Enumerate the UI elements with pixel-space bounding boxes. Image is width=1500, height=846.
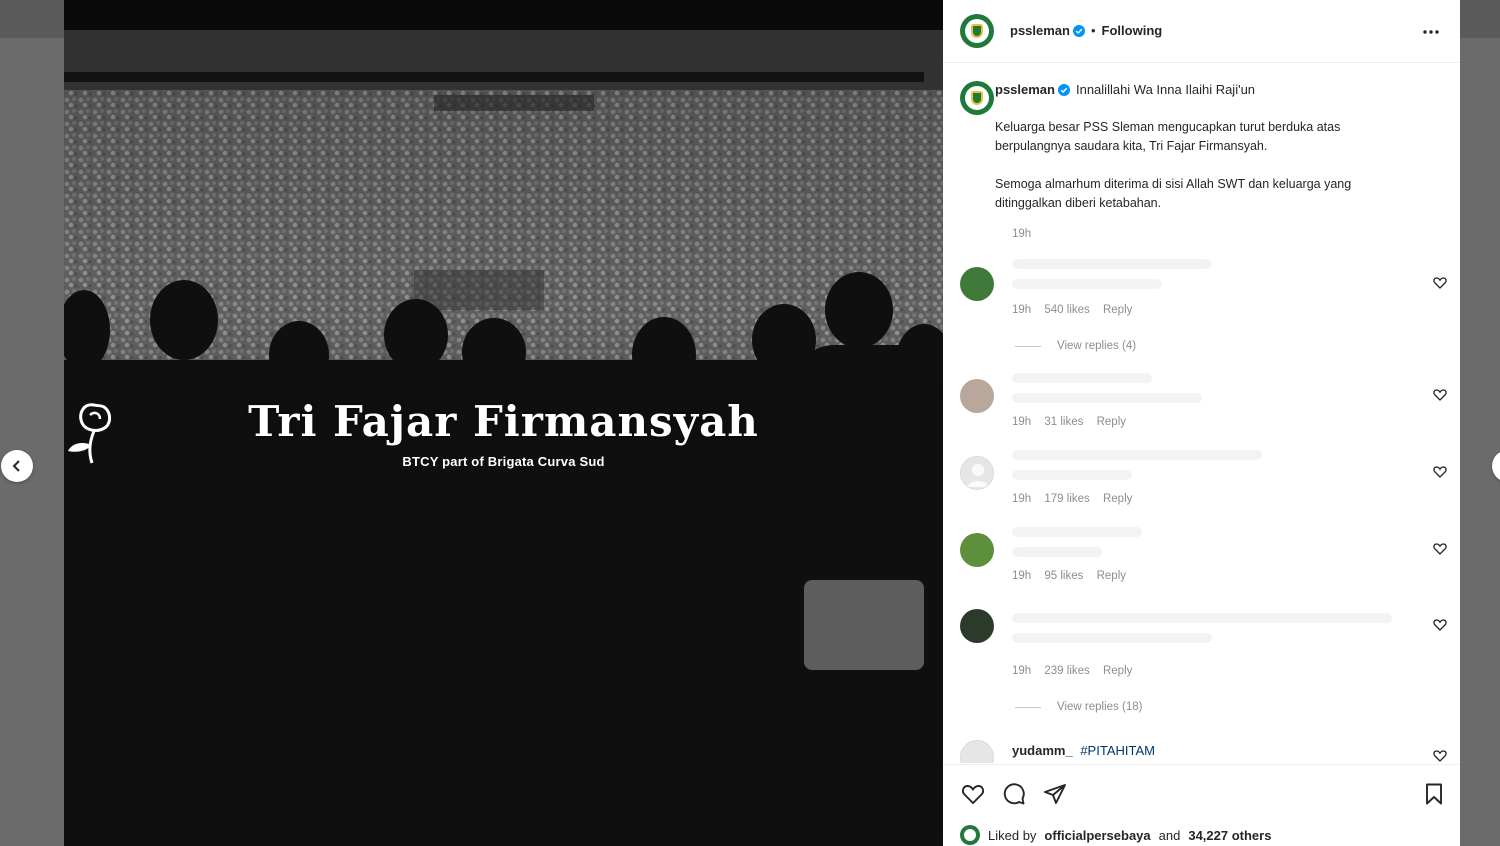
liked-by-user[interactable]: officialpersebaya	[1044, 828, 1150, 843]
comments-list[interactable]: pssleman Innalillahi Wa Inna Ilaihi Raji…	[943, 63, 1460, 763]
caption-avatar[interactable]	[960, 81, 994, 115]
comment-time[interactable]: 19h	[1012, 416, 1031, 428]
reply-button[interactable]: Reply	[1103, 304, 1132, 316]
comment-meta: 19h 31 likes Reply	[1012, 416, 1136, 428]
save-bookmark-icon[interactable]	[1422, 782, 1446, 806]
comment-text-blurred	[1012, 279, 1162, 289]
header-user: pssleman • Following	[1010, 23, 1162, 38]
memorial-overlay: Tri Fajar Firmansyah BTCY part of Brigat…	[64, 395, 943, 469]
chevron-left-icon	[12, 460, 20, 472]
share-send-icon[interactable]	[1043, 782, 1067, 806]
reply-button[interactable]: Reply	[1103, 493, 1132, 505]
comment-text-blurred	[1012, 259, 1212, 269]
header-separator: •	[1090, 23, 1096, 38]
memorial-name: Tri Fajar Firmansyah	[248, 397, 759, 446]
comment-like-icon[interactable]	[1433, 542, 1447, 556]
comment-text: yudamm_ #PITAHITAM	[1012, 743, 1155, 758]
likes-count[interactable]: 34,227 others	[1188, 828, 1271, 843]
liker-avatar[interactable]	[960, 825, 980, 845]
comment-like-icon[interactable]	[1433, 618, 1447, 632]
caption-timestamp[interactable]: 19h	[1012, 228, 1031, 240]
view-replies-button[interactable]: View replies (4)	[1015, 340, 1136, 352]
post-side-panel: pssleman • Following pssleman Innalillah…	[943, 0, 1460, 846]
liked-by-summary: Liked by officialpersebaya and 34,227 ot…	[960, 825, 1271, 845]
comment-likes[interactable]: 179 likes	[1044, 493, 1089, 505]
post-image[interactable]: Tri Fajar Firmansyah BTCY part of Brigat…	[64, 0, 943, 846]
comment-avatar[interactable]	[960, 379, 994, 413]
comment-like-icon[interactable]	[1433, 276, 1447, 290]
comment-like-icon[interactable]	[1433, 749, 1447, 763]
comment-username[interactable]: yudamm_	[1012, 743, 1073, 758]
verified-badge-icon	[1072, 24, 1085, 37]
previous-post-button[interactable]	[1, 450, 33, 482]
comment-like-icon[interactable]	[1433, 465, 1447, 479]
comment-text-blurred	[1012, 393, 1202, 403]
comment-text-blurred	[1012, 633, 1212, 643]
reply-button[interactable]: Reply	[1103, 665, 1132, 677]
comment-text-blurred	[1012, 527, 1142, 537]
memorial-subtitle: BTCY part of Brigata Curva Sud	[402, 454, 605, 469]
comment-avatar[interactable]	[960, 267, 994, 301]
view-replies-button[interactable]: View replies (18)	[1015, 701, 1142, 713]
comment-icon[interactable]	[1002, 782, 1026, 806]
post-actions-bar: Liked by officialpersebaya and 34,227 ot…	[943, 764, 1460, 846]
liked-by-prefix: Liked by	[988, 827, 1037, 843]
caption-first-line: Innalillahi Wa Inna Ilaihi Raji'un	[1075, 82, 1256, 97]
following-button[interactable]: Following	[1102, 23, 1163, 38]
view-replies-label: View replies (18)	[1057, 701, 1143, 713]
comment-text-blurred	[1012, 547, 1102, 557]
comment-avatar[interactable]	[960, 533, 994, 567]
post-header: pssleman • Following	[943, 0, 1460, 63]
comment-likes[interactable]: 239 likes	[1044, 665, 1089, 677]
comment-likes[interactable]: 95 likes	[1044, 570, 1083, 582]
hashtag-link[interactable]: #PITAHITAM	[1080, 743, 1155, 758]
comment-time[interactable]: 19h	[1012, 665, 1031, 677]
comment-avatar[interactable]	[960, 456, 994, 490]
comment-meta: 19h 239 likes Reply	[1012, 665, 1142, 677]
comment-meta: 19h 95 likes Reply	[1012, 570, 1136, 582]
comment-time[interactable]: 19h	[1012, 304, 1031, 316]
profile-avatar[interactable]	[960, 14, 994, 48]
comment-text-blurred	[1012, 450, 1262, 460]
caption-paragraph-2: Semoga almarhum diterima di sisi Allah S…	[995, 177, 1352, 210]
next-post-button[interactable]	[1492, 450, 1500, 482]
comment-likes[interactable]: 31 likes	[1044, 416, 1083, 428]
comment-like-icon[interactable]	[1433, 388, 1447, 402]
default-user-icon	[967, 464, 989, 487]
caption-paragraph-1: Keluarga besar PSS Sleman mengucapkan tu…	[995, 120, 1341, 153]
comment-meta: 19h 540 likes Reply	[1012, 304, 1142, 316]
comment-text-blurred	[1012, 613, 1392, 623]
view-replies-label: View replies (4)	[1057, 340, 1137, 352]
comment-likes[interactable]: 540 likes	[1044, 304, 1089, 316]
comment-avatar[interactable]	[960, 609, 994, 643]
comment-time[interactable]: 19h	[1012, 570, 1031, 582]
reply-button[interactable]: Reply	[1097, 416, 1126, 428]
caption-header: pssleman Innalillahi Wa Inna Ilaihi Raji…	[995, 82, 1255, 97]
comment-text-blurred	[1012, 373, 1152, 383]
comment-avatar[interactable]	[960, 740, 994, 763]
verified-badge-icon	[1057, 83, 1070, 96]
header-username[interactable]: pssleman	[1010, 23, 1070, 38]
comment-meta: 19h 179 likes Reply	[1012, 493, 1142, 505]
comment-text-blurred	[1012, 470, 1132, 480]
liked-by-and: and	[1158, 827, 1181, 843]
caption-username[interactable]: pssleman	[995, 82, 1055, 97]
reply-button[interactable]: Reply	[1097, 570, 1126, 582]
comment-time[interactable]: 19h	[1012, 493, 1031, 505]
rose-icon	[68, 403, 112, 464]
more-options-icon[interactable]	[1421, 22, 1441, 42]
like-heart-icon[interactable]	[961, 782, 985, 806]
